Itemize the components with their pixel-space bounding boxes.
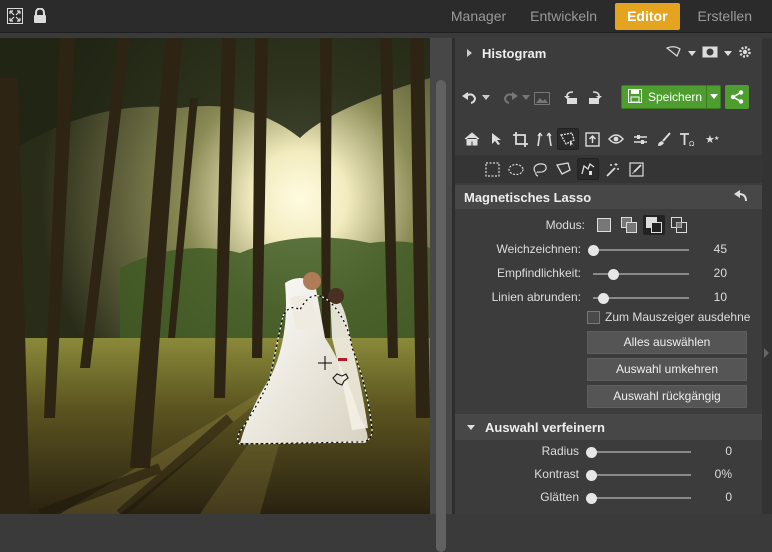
svg-text:Ω: Ω — [689, 140, 695, 147]
save-icon — [628, 88, 642, 106]
eye-icon[interactable] — [605, 128, 627, 150]
tool-row-main: Ω ★ ★ — [461, 128, 723, 150]
chevron-down-icon[interactable] — [688, 46, 696, 60]
slider-value: 0 — [725, 490, 732, 504]
slider-thumb[interactable] — [588, 244, 599, 256]
slider-value: 0% — [714, 467, 732, 481]
slider-track[interactable] — [591, 497, 691, 499]
invert-selection-button[interactable]: Auswahl umkehren — [587, 358, 747, 381]
save-label: Speichern — [648, 90, 703, 104]
collapse-icon[interactable] — [467, 424, 475, 430]
home-icon[interactable] — [461, 128, 483, 150]
mode-label: Modus: — [545, 218, 585, 232]
effects-icon[interactable]: ★ ★ — [701, 128, 723, 150]
lasso-icon[interactable] — [529, 158, 551, 180]
mode-selector — [593, 215, 690, 235]
pointer-icon[interactable] — [485, 128, 507, 150]
rotate-right-icon[interactable] — [583, 87, 605, 109]
tab-manager[interactable]: Manager — [439, 3, 518, 30]
ellipse-select-icon[interactable] — [505, 158, 527, 180]
top-bar: Manager Entwickeln Editor Erstellen — [0, 0, 772, 33]
slider-value: 0 — [725, 444, 732, 458]
photo-canvas[interactable] — [0, 38, 430, 514]
mode-add-icon[interactable] — [618, 215, 640, 235]
fullscreen-icon[interactable] — [6, 7, 23, 24]
lock-icon[interactable] — [31, 7, 48, 24]
brush-icon[interactable] — [653, 128, 675, 150]
mode-new-icon[interactable] — [593, 215, 615, 235]
slider-label: Kontrast — [534, 467, 579, 481]
slider-value: 10 — [713, 290, 727, 304]
mask-icon[interactable] — [702, 46, 718, 61]
slider-value: 20 — [713, 266, 727, 280]
magic-wand-icon[interactable] — [601, 158, 623, 180]
share-button[interactable] — [725, 85, 749, 109]
slider-label: Weichzeichnen: — [496, 242, 582, 256]
scroll-thumb[interactable] — [436, 80, 446, 552]
lasso-mode-icon[interactable] — [665, 45, 682, 61]
chevron-down-icon[interactable] — [481, 87, 491, 109]
settings-gear-icon[interactable] — [738, 45, 752, 62]
rotate-left-icon[interactable] — [561, 87, 583, 109]
select-all-button[interactable]: Alles auswählen — [587, 331, 747, 354]
slider-label: Linien abrunden: — [491, 290, 581, 304]
undo-icon[interactable] — [459, 87, 481, 109]
slider-value: 45 — [713, 242, 727, 256]
share-icon — [730, 90, 744, 104]
refine-selection-header[interactable]: Auswahl verfeinern — [455, 414, 762, 440]
slider-thumb[interactable] — [586, 446, 597, 458]
mode-intersect-icon[interactable] — [668, 215, 690, 235]
mode-subtract-icon[interactable] — [643, 215, 665, 235]
checkbox-label: Zum Mauszeiger ausdehne — [605, 310, 751, 324]
chevron-down-icon[interactable] — [521, 87, 531, 109]
brush-select-icon[interactable] — [625, 158, 647, 180]
rect-select-icon[interactable] — [481, 158, 503, 180]
slider-track[interactable] — [591, 474, 691, 476]
tab-entwickeln[interactable]: Entwickeln — [518, 3, 609, 30]
extend-to-cursor-checkbox[interactable]: Zum Mauszeiger ausdehne — [587, 310, 750, 324]
adjust-icon[interactable] — [629, 128, 651, 150]
slider-label: Glätten — [540, 490, 579, 504]
expand-icon[interactable] — [467, 49, 472, 57]
back-arrow-icon[interactable] — [734, 189, 748, 205]
undo-selection-button[interactable]: Auswahl rückgängig — [587, 385, 747, 408]
tool-row-selection — [481, 158, 647, 180]
export-icon[interactable] — [581, 128, 603, 150]
save-button[interactable]: Speichern — [621, 85, 721, 109]
crop-icon[interactable] — [509, 128, 531, 150]
histogram-header[interactable]: Histogram — [455, 40, 762, 66]
tab-editor[interactable]: Editor — [615, 3, 680, 30]
right-panel: Histogram Speichern Ω ★ ★ Magnetisches L… — [455, 38, 762, 514]
magnetic-lasso-header: Magnetisches Lasso — [455, 185, 762, 209]
panel-edge[interactable] — [762, 38, 772, 514]
redo-icon[interactable] — [499, 87, 521, 109]
expand-panel-icon[interactable] — [764, 348, 769, 358]
image-icon[interactable] — [531, 87, 553, 109]
forest-wedding-photo — [0, 38, 430, 514]
slider-track[interactable] — [593, 249, 689, 251]
slider-track[interactable] — [591, 451, 691, 453]
chevron-down-icon[interactable] — [706, 86, 720, 108]
slider-thumb[interactable] — [586, 469, 597, 481]
magnetic-lasso-icon[interactable] — [577, 158, 599, 180]
svg-text:★: ★ — [714, 135, 719, 142]
lasso-title: Magnetisches Lasso — [464, 189, 592, 205]
polygon-lasso-icon[interactable] — [553, 158, 575, 180]
slider-label: Empfindlichkeit: — [496, 266, 581, 280]
slider-thumb[interactable] — [597, 292, 609, 304]
selection-tool-icon[interactable] — [557, 128, 579, 150]
histogram-title: Histogram — [482, 45, 547, 61]
perspective-icon[interactable] — [533, 128, 555, 150]
slider-thumb[interactable] — [608, 268, 620, 280]
action-toolbar: Speichern — [455, 81, 762, 115]
slider-thumb[interactable] — [586, 492, 597, 504]
slider-label: Radius — [541, 444, 579, 458]
chevron-down-icon[interactable] — [724, 46, 732, 60]
checkbox-box[interactable] — [587, 310, 600, 324]
refine-title: Auswahl verfeinern — [485, 419, 605, 435]
text-icon[interactable]: Ω — [677, 128, 699, 150]
canvas-scrollbar[interactable] — [430, 38, 452, 552]
tab-erstellen[interactable]: Erstellen — [686, 3, 764, 30]
